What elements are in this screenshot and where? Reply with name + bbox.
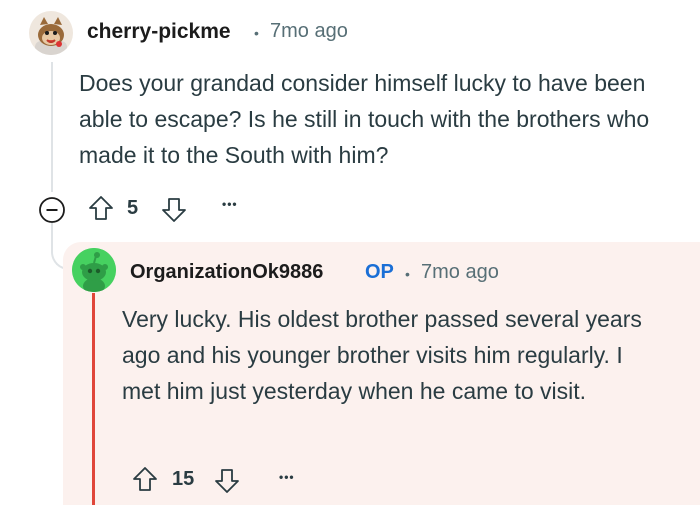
meta-separator: • (405, 266, 410, 282)
snoo-avatar-image (29, 11, 73, 55)
arrow-down-icon[interactable] (160, 195, 188, 225)
snoo-avatar-image (72, 248, 116, 292)
vote-count: 5 (127, 197, 139, 219)
comment-timestamp[interactable]: 7mo ago (270, 20, 348, 43)
avatar[interactable] (72, 248, 116, 292)
comment-author[interactable]: cherry-pickme (87, 20, 231, 44)
thread-line (51, 62, 53, 192)
more-options-button[interactable]: ••• (279, 470, 295, 484)
op-badge: OP (365, 261, 394, 283)
op-indicator-bar (92, 293, 95, 505)
comment-timestamp[interactable]: 7mo ago (421, 261, 499, 284)
meta-separator: • (254, 25, 259, 41)
arrow-up-icon[interactable] (87, 193, 115, 223)
more-options-button[interactable]: ••• (222, 197, 238, 211)
comment-author[interactable]: OrganizationOk9886 (130, 261, 323, 284)
vote-count: 15 (172, 468, 195, 490)
arrow-up-icon[interactable] (131, 464, 159, 494)
comment-body: Very lucky. His oldest brother passed se… (122, 306, 642, 404)
comment-body: Does your grandad consider himself lucky… (79, 70, 650, 168)
arrow-down-icon[interactable] (213, 466, 241, 496)
collapse-minus-icon[interactable] (37, 195, 67, 225)
avatar[interactable] (29, 11, 73, 55)
